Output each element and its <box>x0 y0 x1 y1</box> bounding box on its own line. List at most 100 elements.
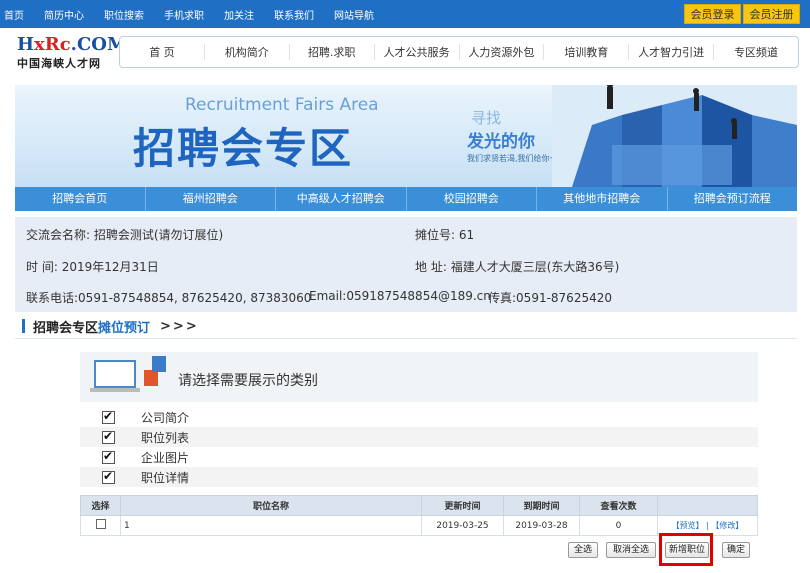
col-expires: 到期时间 <box>503 495 580 516</box>
section-title-bar <box>22 319 25 333</box>
logo-subtitle: 中国海峡人才网 <box>17 57 101 70</box>
row-select-cell <box>80 515 121 536</box>
nav-channels[interactable]: 专区频道 <box>714 44 798 60</box>
booth-row: 摊位号: 61 <box>415 226 474 243</box>
jobs-table: 选择 职位名称 更新时间 到期时间 查看次数 1 2019-03-25 2019… <box>80 495 758 536</box>
nav-hr-outsourcing[interactable]: 人力资源外包 <box>460 44 545 60</box>
fair-name-label: 交流会名称: <box>26 228 91 242</box>
job-name: 1 <box>120 515 422 536</box>
banner-seek-text: 寻找 <box>471 109 502 127</box>
nav-talent-introduction[interactable]: 人才智力引进 <box>629 44 715 60</box>
job-updated: 2019-03-25 <box>421 515 504 536</box>
col-select: 选择 <box>80 495 121 516</box>
category-panel: 请选择需要展示的类别 <box>80 352 758 402</box>
checkbox-job-details[interactable] <box>102 469 115 484</box>
top-link-follow[interactable]: 加关注 <box>224 7 254 22</box>
email-label: Email: <box>309 289 347 303</box>
checkbox-company-photos[interactable] <box>102 449 115 464</box>
preview-link[interactable]: 【预览】 <box>672 521 704 530</box>
main-nav: 首 页 机构简介 招聘.求职 人才公共服务 人力资源外包 培训教育 人才智力引进… <box>119 36 799 68</box>
banner-title: 招聘会专区 <box>133 124 354 173</box>
fair-info: 交流会名称: 招聘会测试(请勿订展位) 摊位号: 61 时 间: 2019年12… <box>15 217 797 312</box>
section-divider <box>15 338 797 339</box>
job-expires: 2019-03-28 <box>503 515 580 536</box>
site-logo[interactable]: HxRc.COM 中国海峡人才网 <box>17 34 127 73</box>
document-icon <box>152 356 166 372</box>
option-company-photos[interactable]: 企业图片 <box>80 447 758 467</box>
banner-city-illustration <box>552 85 797 187</box>
banner-english-title: Recruitment Fairs Area <box>185 95 379 115</box>
nav-training[interactable]: 培训教育 <box>544 44 630 60</box>
section-title: 招聘会专区 摊位预订 >>> <box>22 317 199 336</box>
top-link-home[interactable]: 首页 <box>4 7 24 22</box>
option-label: 职位列表 <box>141 430 190 445</box>
address-row: 地 址: 福建人才大厦三层(东大路36号) <box>415 258 619 275</box>
nav-about[interactable]: 机构简介 <box>205 44 290 60</box>
nav-home[interactable]: 首 页 <box>120 44 205 60</box>
option-label: 企业图片 <box>141 450 190 465</box>
laptop-icon <box>90 360 140 392</box>
fair-name-row: 交流会名称: 招聘会测试(请勿订展位) <box>26 226 223 243</box>
tab-fuzhou[interactable]: 福州招聘会 <box>146 187 276 211</box>
checkbox-job-list[interactable] <box>102 429 115 444</box>
tab-fair-home[interactable]: 招聘会首页 <box>15 187 146 211</box>
email-row: Email:059187548854@189.cn <box>309 289 491 303</box>
booth-number: 61 <box>458 228 475 242</box>
confirm-button[interactable]: 确定 <box>722 542 750 558</box>
edit-link[interactable]: 【修改】 <box>711 521 743 530</box>
address-label: 地 址: <box>415 260 447 274</box>
col-job-name: 职位名称 <box>120 495 422 516</box>
fair-name: 招聘会测试(请勿订展位) <box>93 228 224 242</box>
section-arrows: >>> <box>160 318 199 334</box>
top-links: 首页 简历中心 职位搜索 手机求职 加关注 联系我们 网站导航 <box>4 0 394 28</box>
top-link-mobile[interactable]: 手机求职 <box>164 7 204 22</box>
top-link-resume[interactable]: 简历中心 <box>44 7 84 22</box>
banner: Recruitment Fairs Area 招聘会专区 寻找 发光的你 我们求… <box>15 85 797 187</box>
section-title-text: 招聘会专区 <box>33 320 99 336</box>
phone-label: 联系电话: <box>26 291 79 305</box>
fair-tabs: 招聘会首页 福州招聘会 中高级人才招聘会 校园招聘会 其他地市招聘会 招聘会预订… <box>15 187 797 211</box>
fair-time: 2019年12月31日 <box>61 260 159 274</box>
nav-public-service[interactable]: 人才公共服务 <box>375 44 460 60</box>
phone: 0591-87548854, 87625420, 87383060 <box>78 291 312 305</box>
table-header-row: 选择 职位名称 更新时间 到期时间 查看次数 <box>80 495 758 516</box>
category-panel-title: 请选择需要展示的类别 <box>178 373 318 389</box>
email: 059187548854@189.cn <box>346 289 491 303</box>
top-link-contact[interactable]: 联系我们 <box>274 7 314 22</box>
job-views: 0 <box>579 515 658 536</box>
top-link-sitemap[interactable]: 网站导航 <box>334 7 374 22</box>
option-company-profile[interactable]: 公司简介 <box>80 407 758 427</box>
select-all-button[interactable]: 全选 <box>568 542 598 558</box>
action-separator: | <box>706 521 709 530</box>
booth-label: 摊位号: <box>415 228 456 242</box>
tab-campus[interactable]: 校园招聘会 <box>407 187 537 211</box>
fax-label: 传真: <box>488 291 517 305</box>
logo-mark-a: H <box>17 34 35 55</box>
member-register-button[interactable]: 会员注册 <box>743 4 800 24</box>
member-login-button[interactable]: 会员登录 <box>684 4 741 24</box>
fair-address: 福建人才大厦三层(东大路36号) <box>450 260 620 274</box>
option-label: 公司简介 <box>141 410 190 425</box>
phone-row: 联系电话:0591-87548854, 87625420, 87383060 <box>26 289 311 306</box>
tab-other-cities[interactable]: 其他地市招聘会 <box>537 187 668 211</box>
category-options: 公司简介 职位列表 企业图片 职位详情 <box>80 407 758 487</box>
col-actions <box>657 495 758 516</box>
tab-senior[interactable]: 中高级人才招聘会 <box>276 187 407 211</box>
col-updated: 更新时间 <box>421 495 504 516</box>
time-row: 时 间: 2019年12月31日 <box>26 258 159 275</box>
section-title-link[interactable]: 摊位预订 <box>98 317 150 336</box>
tab-booking-process[interactable]: 招聘会预订流程 <box>668 187 798 211</box>
option-job-list[interactable]: 职位列表 <box>80 427 758 447</box>
highlight-box <box>659 533 713 566</box>
col-views: 查看次数 <box>579 495 658 516</box>
fax: 0591-87625420 <box>516 291 612 305</box>
row-checkbox[interactable] <box>95 519 106 529</box>
nav-jobs[interactable]: 招聘.求职 <box>290 44 375 60</box>
checkbox-company-profile[interactable] <box>102 409 115 424</box>
cancel-all-button[interactable]: 取消全选 <box>606 542 656 558</box>
option-job-details[interactable]: 职位详情 <box>80 467 758 487</box>
logo-mark-b: xRc <box>34 34 71 55</box>
option-label: 职位详情 <box>141 470 190 485</box>
table-row: 1 2019-03-25 2019-03-28 0 【预览】 | 【修改】 <box>80 515 758 536</box>
top-link-job-search[interactable]: 职位搜索 <box>104 7 144 22</box>
